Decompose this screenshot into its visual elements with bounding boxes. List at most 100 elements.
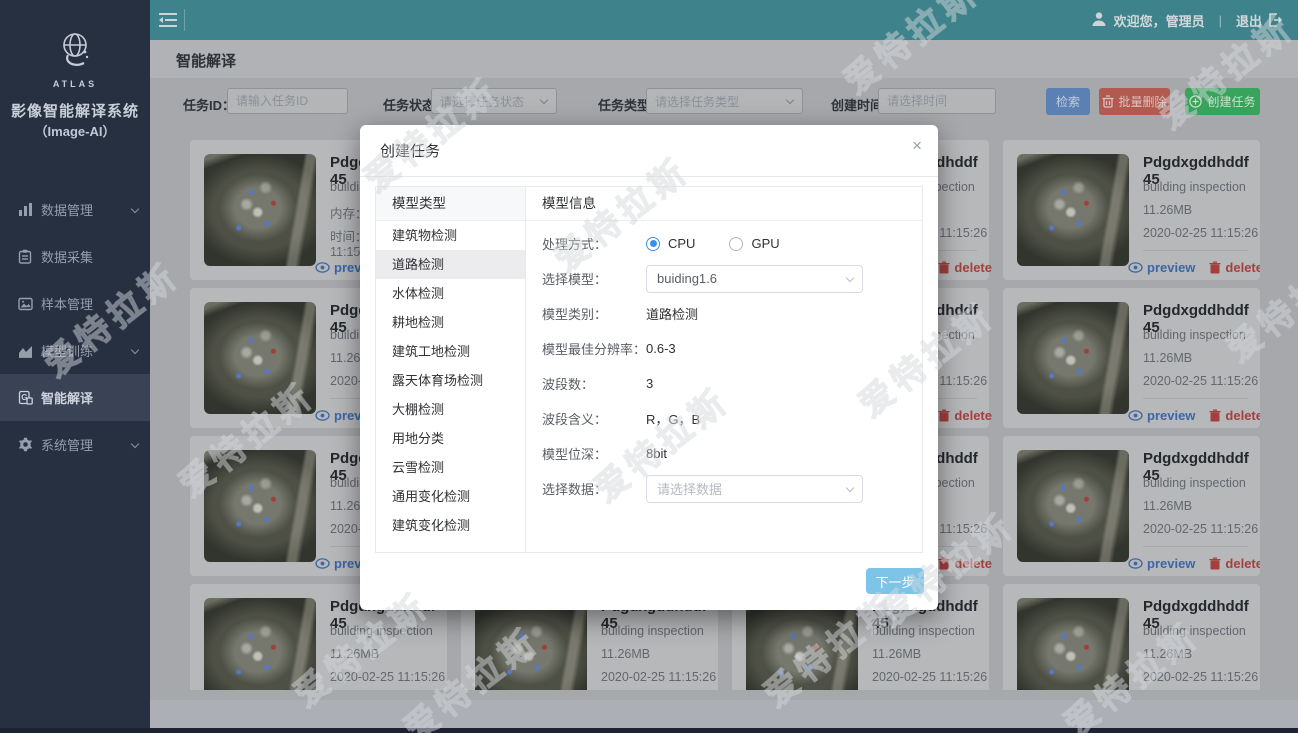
model-type-item[interactable]: 露天体育场检测: [376, 366, 525, 395]
sidebar: ATLAS 影像智能解译系统 （Image-AI） 数据管理数据采集样本管理模型…: [0, 0, 150, 728]
process-mode-label: 处理方式：: [542, 234, 646, 253]
task-thumbnail[interactable]: [475, 598, 587, 690]
task-thumbnail[interactable]: [204, 598, 316, 690]
create-task-button[interactable]: 创建任务: [1185, 88, 1260, 115]
search-button-label: 检索: [1056, 93, 1080, 110]
search-button[interactable]: 检索: [1046, 88, 1090, 115]
task-size: 11.26MB: [1143, 351, 1192, 365]
sidebar-item-2[interactable]: 样本管理: [0, 280, 150, 327]
task-thumbnail[interactable]: [1017, 450, 1129, 562]
task-thumbnail[interactable]: [1017, 302, 1129, 414]
model-select[interactable]: buiding1.6: [646, 265, 863, 293]
gpu-radio-label: GPU: [751, 236, 779, 251]
logo-text: ATLAS: [0, 79, 150, 89]
gpu-radio[interactable]: GPU: [729, 236, 779, 251]
preview-button[interactable]: preview: [1128, 408, 1195, 423]
model-category-value: 道路检测: [646, 304, 698, 323]
trash-icon: [1209, 557, 1221, 570]
data-select-placeholder: 请选择数据: [657, 479, 722, 498]
task-thumbnail[interactable]: [1017, 598, 1129, 690]
model-type-item[interactable]: 云雪检测: [376, 453, 525, 482]
model-type-item[interactable]: 建筑物检测: [376, 221, 525, 250]
trash-icon: [938, 557, 950, 570]
delete-label: delete: [954, 260, 992, 275]
delete-button[interactable]: delete: [1209, 260, 1260, 275]
delete-button[interactable]: delete: [938, 408, 992, 423]
task-status-select[interactable]: 请选择任务状态: [431, 88, 557, 114]
task-subtitle: building inspection: [330, 624, 433, 638]
user-icon: [1091, 11, 1107, 30]
delete-button[interactable]: delete: [938, 556, 992, 571]
model-info-header: 模型信息: [526, 187, 922, 221]
next-step-button[interactable]: 下一步: [866, 568, 924, 594]
welcome-text: 欢迎您，管理员: [1114, 11, 1205, 30]
delete-label: delete: [954, 556, 992, 571]
eye-icon: [315, 262, 330, 273]
model-select-value: buiding1.6: [657, 271, 717, 286]
task-subtitle: building inspection: [1143, 624, 1246, 638]
model-type-item[interactable]: 通用变化检测: [376, 482, 525, 511]
trash-icon: [938, 409, 950, 422]
model-type-list: 建筑物检测道路检测水体检测耕地检测建筑工地检测露天体育场检测大棚检测用地分类云雪…: [376, 221, 525, 540]
close-icon[interactable]: ×: [912, 137, 922, 154]
card-divider: [1143, 250, 1248, 251]
create-time-input[interactable]: [878, 88, 996, 114]
model-type-item[interactable]: 道路检测: [376, 250, 525, 279]
delete-button[interactable]: delete: [1209, 408, 1260, 423]
eye-icon: [315, 410, 330, 421]
model-depth-label: 模型位深：: [542, 444, 646, 463]
task-size: 11.26MB: [872, 647, 921, 661]
batch-delete-button[interactable]: 批量删除: [1099, 88, 1170, 115]
sidebar-item-3[interactable]: 模型训练: [0, 327, 150, 374]
logout-icon: [1268, 13, 1282, 27]
model-type-item[interactable]: 水体检测: [376, 279, 525, 308]
picture-icon: [17, 296, 33, 312]
delete-label: delete: [1225, 260, 1260, 275]
chevron-down-icon: [540, 96, 548, 104]
task-thumbnail[interactable]: [204, 302, 316, 414]
model-type-item[interactable]: 大棚检测: [376, 395, 525, 424]
task-thumbnail[interactable]: [204, 450, 316, 562]
preview-label: preview: [1147, 260, 1195, 275]
chevron-down-icon: [131, 440, 139, 448]
bar-chart-icon: [17, 202, 33, 218]
cpu-radio[interactable]: CPU: [646, 236, 695, 251]
model-depth-value: 8bit: [646, 446, 667, 461]
task-size: 11.26MB: [1143, 647, 1192, 661]
task-thumbnail[interactable]: [746, 598, 858, 690]
interpret-icon: G: [17, 390, 33, 406]
preview-button[interactable]: preview: [1128, 260, 1195, 275]
task-subtitle: building inspection: [872, 624, 975, 638]
task-size: 11.26MB: [601, 647, 650, 661]
model-type-item[interactable]: 耕地检测: [376, 308, 525, 337]
logout-button[interactable]: 退出: [1236, 11, 1282, 30]
page-title: 智能解译: [176, 50, 236, 71]
radio-selected-icon: [646, 237, 660, 251]
delete-button[interactable]: delete: [938, 260, 992, 275]
sidebar-item-0[interactable]: 数据管理: [0, 186, 150, 233]
sidebar-item-label: 样本管理: [41, 294, 93, 313]
task-thumbnail[interactable]: [1017, 154, 1129, 266]
preview-button[interactable]: preview: [1128, 556, 1195, 571]
topbar-separator: |: [1219, 13, 1222, 28]
collapse-menu-icon[interactable]: [158, 11, 178, 29]
task-type-select[interactable]: 请选择任务类型: [646, 88, 803, 114]
task-time: 2020-02-25 11:15:26: [872, 670, 987, 684]
trash-icon: [1102, 95, 1114, 108]
task-thumbnail[interactable]: [204, 154, 316, 266]
globe-logo-icon: [54, 30, 96, 77]
sidebar-item-1[interactable]: 数据采集: [0, 233, 150, 280]
model-type-item[interactable]: 建筑工地检测: [376, 337, 525, 366]
delete-button[interactable]: delete: [1209, 556, 1260, 571]
sidebar-item-5[interactable]: 系统管理: [0, 421, 150, 468]
model-type-item[interactable]: 建筑变化检测: [376, 511, 525, 540]
gear-icon: [17, 437, 33, 453]
task-card: Pdgdxgddhddf 45building inspection11.26M…: [1003, 140, 1260, 280]
model-type-item[interactable]: 用地分类: [376, 424, 525, 453]
sidebar-item-4[interactable]: G智能解译: [0, 374, 150, 421]
task-time: 2020-02-25 11:15:26: [601, 670, 716, 684]
task-id-input[interactable]: [227, 88, 348, 114]
band-meaning-value: R，G，B: [646, 409, 700, 428]
preview-label: preview: [1147, 408, 1195, 423]
data-select[interactable]: 请选择数据: [646, 475, 863, 503]
